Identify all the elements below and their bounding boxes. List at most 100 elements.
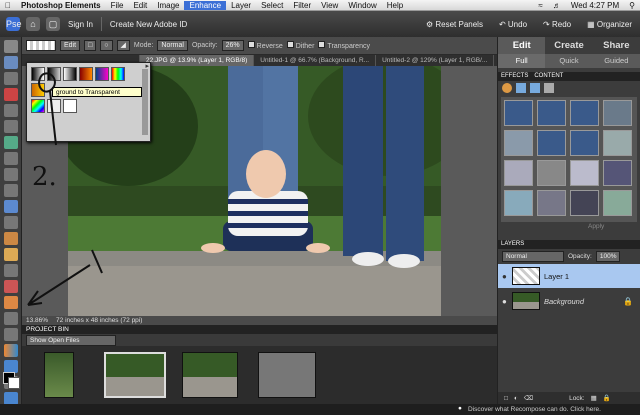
wifi-icon[interactable]: ≈	[533, 1, 547, 10]
move-tool-icon[interactable]	[4, 40, 18, 53]
background-color-swatch[interactable]	[8, 377, 20, 389]
healing-brush-icon[interactable]	[4, 248, 18, 261]
tip-link[interactable]: Discover what Recompose can do. Click he…	[468, 406, 601, 413]
layer-styles-icon[interactable]	[516, 83, 526, 93]
magic-wand-tool-icon[interactable]	[4, 136, 18, 149]
effect-thumbnail[interactable]	[537, 130, 566, 156]
effect-thumbnail[interactable]	[504, 160, 533, 186]
dither-checkbox[interactable]: Dither	[286, 41, 314, 50]
paint-bucket-icon[interactable]	[4, 328, 18, 341]
volume-icon[interactable]: ♬	[548, 1, 566, 10]
lock-all-icon[interactable]: 🔒	[603, 394, 611, 402]
effect-thumbnail[interactable]	[537, 100, 566, 126]
subtab-guided[interactable]: Guided	[593, 54, 640, 68]
zoom-level[interactable]: 13.86%	[26, 317, 48, 324]
tab-document-3[interactable]: Untitled-2 @ 129% (Layer 1, RGB/...	[376, 55, 495, 66]
home-icon[interactable]: ⌂	[26, 17, 40, 31]
effect-thumbnail[interactable]	[603, 130, 632, 156]
lasso-tool-icon[interactable]	[4, 120, 18, 133]
tab-content[interactable]: CONTENT	[534, 72, 563, 81]
cookie-cutter-icon[interactable]	[4, 216, 18, 229]
subtab-full[interactable]: Full	[498, 54, 546, 68]
effect-thumbnail[interactable]	[603, 190, 632, 216]
effect-thumbnail[interactable]	[570, 130, 599, 156]
menu-window[interactable]: Window	[343, 1, 381, 10]
tab-effects[interactable]: EFFECTS	[501, 72, 528, 81]
blend-mode-select[interactable]: Normal	[502, 251, 564, 262]
organizer-button[interactable]: ▦ Organizer	[579, 20, 640, 29]
gradient-tool-icon[interactable]	[4, 344, 18, 357]
menu-file[interactable]: File	[106, 1, 129, 10]
popup-scrollbar[interactable]	[142, 69, 148, 135]
effect-thumbnail[interactable]	[570, 190, 599, 216]
menu-enhance[interactable]: Enhance	[184, 0, 227, 10]
trash-icon[interactable]: ⌫	[524, 394, 533, 402]
tab-document-1[interactable]: 22.JPG @ 13.9% (Layer 1, RGB/8)	[140, 55, 255, 66]
edit-gradient-button[interactable]: Edit	[60, 40, 81, 51]
effect-thumbnail[interactable]	[537, 190, 566, 216]
subtab-quick[interactable]: Quick	[545, 54, 592, 68]
smart-brush-icon[interactable]	[4, 312, 18, 325]
effect-thumbnail[interactable]	[570, 160, 599, 186]
brush-tool-icon[interactable]	[4, 296, 18, 309]
tab-create[interactable]: Create	[545, 37, 592, 54]
type-tool-icon[interactable]	[4, 168, 18, 181]
hand-tool-icon[interactable]	[4, 72, 18, 85]
menu-view[interactable]: View	[316, 1, 343, 10]
layer-row-layer-1[interactable]: ● Layer 1	[498, 264, 640, 288]
effects-menu-icon[interactable]	[544, 83, 554, 93]
effect-thumbnail[interactable]	[537, 160, 566, 186]
new-layer-icon[interactable]: □	[504, 395, 508, 402]
app-menu[interactable]: Photoshop Elements	[16, 1, 106, 10]
window-icon[interactable]: ▢	[46, 17, 60, 31]
bin-thumbnail[interactable]	[258, 352, 316, 398]
photo-effects-icon[interactable]	[530, 83, 540, 93]
menu-layer[interactable]: Layer	[226, 1, 256, 10]
angle-gradient-icon[interactable]: ◢	[116, 40, 130, 51]
menu-select[interactable]: Select	[256, 1, 288, 10]
reset-panels-button[interactable]: ⚙ Reset Panels	[418, 20, 491, 29]
adjustment-layer-icon[interactable]: ◐	[514, 395, 518, 402]
filters-icon[interactable]	[502, 83, 512, 93]
gradient-swatch[interactable]	[111, 67, 125, 81]
effect-thumbnail[interactable]	[504, 100, 533, 126]
opacity-input[interactable]: 26%	[221, 40, 244, 51]
tab-edit[interactable]: Edit	[498, 37, 546, 54]
recompose-tool-icon[interactable]	[4, 200, 18, 213]
bin-thumbnail[interactable]	[104, 352, 166, 398]
effect-thumbnail[interactable]	[570, 100, 599, 126]
show-files-select[interactable]: Show Open Files	[26, 334, 116, 346]
effect-thumbnail[interactable]	[504, 190, 533, 216]
bin-thumbnail[interactable]	[182, 352, 238, 398]
gradient-picker[interactable]	[26, 40, 56, 51]
red-eye-tool-icon[interactable]	[4, 232, 18, 245]
eye-icon[interactable]: ●	[502, 297, 508, 306]
effect-thumbnail[interactable]	[603, 100, 632, 126]
bin-thumbnail[interactable]	[44, 352, 74, 398]
linear-gradient-icon[interactable]: □	[84, 40, 97, 51]
tab-share[interactable]: Share	[593, 37, 640, 54]
redo-button[interactable]: ↷ Redo	[535, 20, 579, 29]
layer-opacity-input[interactable]: 100%	[595, 251, 621, 262]
marquee-tool-icon[interactable]	[4, 104, 18, 117]
effect-thumbnail[interactable]	[504, 130, 533, 156]
reverse-checkbox[interactable]: Reverse	[247, 41, 283, 50]
lock-transparent-icon[interactable]: ▦	[591, 394, 597, 402]
clock[interactable]: Wed 4:27 PM	[566, 1, 624, 10]
transparency-checkbox[interactable]: Transparency	[318, 41, 370, 50]
create-id-link[interactable]: Create New Adobe ID	[102, 20, 195, 29]
eraser-tool-icon[interactable]	[4, 280, 18, 293]
clone-stamp-icon[interactable]	[4, 264, 18, 277]
radial-gradient-icon[interactable]: ○	[100, 40, 113, 51]
apply-button[interactable]: Apply	[588, 223, 604, 230]
layer-row-background[interactable]: ● Background 🔒	[498, 289, 640, 313]
selection-brush-icon[interactable]	[4, 152, 18, 165]
menu-help[interactable]: Help	[382, 1, 408, 10]
eyedropper-tool-icon[interactable]	[4, 88, 18, 101]
apple-icon[interactable]: 	[0, 1, 16, 10]
menu-image[interactable]: Image	[152, 1, 184, 10]
eye-icon[interactable]: ●	[502, 272, 508, 281]
crop-tool-icon[interactable]	[4, 184, 18, 197]
menu-filter[interactable]: Filter	[288, 1, 316, 10]
undo-button[interactable]: ↶ Undo	[491, 20, 535, 29]
